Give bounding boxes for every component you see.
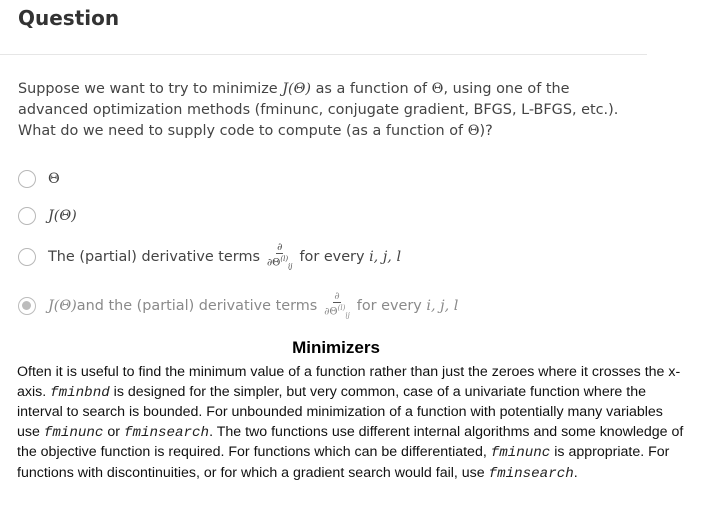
minimizers-title: Minimizers: [292, 338, 380, 357]
fraction-den-symbol: ∂Θ: [324, 306, 338, 318]
option-label: and the (partial) derivative terms: [76, 298, 318, 315]
fraction-den-symbol: ∂Θ: [266, 257, 281, 269]
code-fminunc: fminunc: [43, 424, 104, 441]
option-cost-and-derivatives[interactable]: J(Θ) and the (partial) derivative terms …: [18, 291, 458, 321]
code-fminbnd: fminbnd: [50, 384, 110, 401]
fraction-superscript: (l): [280, 255, 289, 263]
option-vars: i, j, l: [369, 249, 402, 266]
option-j-theta[interactable]: J(Θ): [18, 207, 77, 225]
prompt-theta-2: Θ: [467, 123, 480, 139]
code-fminsearch: fminsearch: [123, 424, 210, 441]
radio-button[interactable]: [18, 248, 36, 267]
fraction-numerator: ∂: [276, 242, 284, 254]
question-prompt: Suppose we want to try to minimize J(Θ) …: [18, 79, 638, 142]
option-derivative-terms[interactable]: The (partial) derivative terms ∂ ∂Θ(l)ij…: [18, 242, 401, 272]
prompt-text-4: )?: [479, 123, 493, 139]
option-suffix: for every: [356, 298, 422, 315]
code-fminunc-2: fminunc: [490, 445, 551, 462]
option-label: Θ: [48, 171, 60, 187]
partial-derivative-fraction: ∂ ∂Θ(l)ij: [323, 291, 351, 321]
fraction-denominator: ∂Θ(l)ij: [323, 303, 351, 321]
fraction-numerator: ∂: [333, 291, 341, 303]
option-vars: i, j, l: [426, 298, 459, 315]
fraction-denominator: ∂Θ(l)ij: [266, 254, 294, 272]
option-label: The (partial) derivative terms: [48, 249, 260, 266]
fraction-subscript: ij: [288, 262, 293, 271]
fraction-subscript: ij: [345, 311, 350, 320]
option-label: J(Θ): [48, 208, 77, 224]
option-prefix: J(Θ): [48, 298, 77, 315]
question-title: Question: [18, 6, 120, 30]
header-divider: [0, 54, 647, 55]
prompt-theta: Θ: [431, 81, 444, 97]
prompt-text-1: Suppose we want to try to minimize: [18, 81, 283, 97]
partial-derivative-fraction: ∂ ∂Θ(l)ij: [266, 242, 294, 272]
prompt-text-2: as a function of: [311, 81, 432, 97]
radio-button[interactable]: [18, 207, 36, 225]
radio-button[interactable]: [18, 170, 36, 188]
code-fminsearch-2: fminsearch: [488, 465, 574, 482]
option-theta[interactable]: Θ: [18, 170, 60, 188]
option-suffix: for every: [299, 249, 365, 266]
minimizers-body: Often it is useful to find the minimum v…: [17, 363, 689, 485]
min-text-3: or: [103, 423, 124, 440]
min-text-6: .: [573, 464, 578, 481]
radio-button-selected[interactable]: [18, 297, 36, 316]
prompt-j-theta: J(Θ): [282, 81, 311, 97]
